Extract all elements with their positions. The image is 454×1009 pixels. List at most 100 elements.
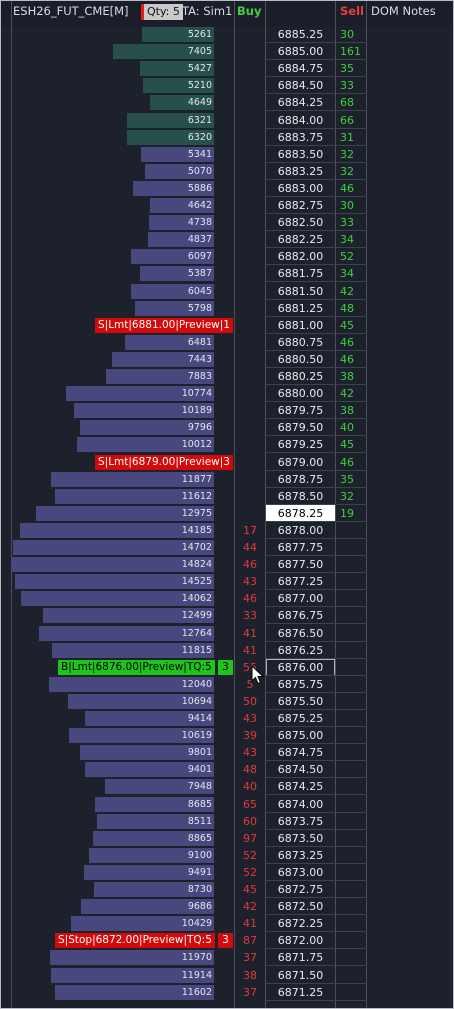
buy-volume-cell[interactable]: 46 <box>235 556 265 573</box>
price-cell[interactable]: 6883.75 <box>266 129 335 146</box>
ladder-row[interactable]: 7405 6885.00 161 <box>1 43 453 61</box>
ladder-row[interactable]: 12764 41 6876.50 <box>1 625 453 642</box>
ladder-row[interactable]: 9491 52 6873.00 <box>1 864 453 881</box>
ladder-row[interactable]: 12975 6878.25 19 <box>1 504 453 522</box>
price-cell[interactable]: 6880.00 <box>266 385 335 402</box>
ladder-row[interactable]: 10189 6879.75 38 <box>1 402 453 420</box>
price-cell[interactable]: 6878.00 <box>266 522 335 539</box>
ladder-row[interactable]: 4649 6884.25 68 <box>1 94 453 112</box>
price-cell[interactable]: 6884.00 <box>266 112 335 129</box>
price-cell[interactable]: 6880.50 <box>266 351 335 368</box>
ladder-row[interactable]: 5886 6883.00 46 <box>1 180 453 197</box>
price-cell[interactable]: 6883.50 <box>266 146 335 163</box>
ladder-row[interactable]: 10429 41 6872.25 <box>1 915 453 933</box>
buy-volume-cell[interactable]: 52 <box>235 864 265 881</box>
sell-volume-cell[interactable]: 46 <box>336 180 370 197</box>
price-cell[interactable]: 6875.50 <box>266 693 335 710</box>
price-cell[interactable]: 6884.75 <box>266 60 335 77</box>
price-cell[interactable]: 6873.75 <box>266 813 335 830</box>
ladder-row[interactable]: 8730 45 6872.75 <box>1 881 453 898</box>
buy-volume-cell[interactable]: 46 <box>235 590 265 607</box>
buy-volume-cell[interactable]: 65 <box>235 796 265 813</box>
ladder-row[interactable]: S|Lmt|6879.00|Preview|3 6879.00 46 <box>1 454 453 471</box>
price-cell[interactable]: 6872.75 <box>266 881 335 898</box>
price-cell[interactable]: 6875.00 <box>266 727 335 744</box>
price-cell[interactable]: 6883.00 <box>266 180 335 197</box>
buy-volume-cell[interactable]: 33 <box>235 607 265 624</box>
buy-volume-cell[interactable]: 97 <box>235 830 265 847</box>
ladder-row[interactable]: 8511 60 6873.75 <box>1 813 453 830</box>
order-quantity-badge[interactable]: 3 <box>218 933 233 949</box>
sell-volume-cell[interactable]: 38 <box>336 368 370 385</box>
price-cell[interactable]: 6881.50 <box>266 283 335 300</box>
buy-volume-cell[interactable]: 41 <box>235 625 265 642</box>
price-cell[interactable]: 6874.50 <box>266 761 335 778</box>
buy-volume-cell[interactable]: 41 <box>235 642 265 659</box>
buy-volume-cell[interactable]: 37 <box>235 949 265 966</box>
ladder-row[interactable]: 5341 6883.50 32 <box>1 146 453 163</box>
price-cell[interactable]: 6872.00 <box>266 932 335 949</box>
sell-volume-cell[interactable]: 32 <box>336 488 370 505</box>
price-cell[interactable]: 6879.50 <box>266 419 335 436</box>
ladder-row[interactable]: 14062 46 6877.00 <box>1 590 453 608</box>
ladder-row[interactable]: 9414 43 6875.25 <box>1 710 453 727</box>
sell-volume-cell[interactable]: 38 <box>336 402 370 419</box>
buy-volume-cell[interactable]: 40 <box>235 778 265 795</box>
ladder-row[interactable]: 4738 6882.50 33 <box>1 214 453 232</box>
sell-volume-cell[interactable]: 66 <box>336 112 370 129</box>
ladder-row[interactable]: S|Lmt|6881.00|Preview|1 6881.00 45 <box>1 317 453 334</box>
sell-volume-cell[interactable]: 30 <box>336 26 370 43</box>
price-cell[interactable]: 6879.75 <box>266 402 335 419</box>
ladder-row[interactable]: 9801 43 6874.75 <box>1 744 453 762</box>
ladder-row[interactable]: 9100 52 6873.25 <box>1 847 453 864</box>
buy-volume-cell[interactable]: 44 <box>235 539 265 556</box>
order-quantity-badge[interactable]: 3 <box>218 659 233 675</box>
sell-volume-cell[interactable]: 42 <box>336 385 370 402</box>
ladder-row[interactable]: 14185 17 6878.00 <box>1 522 453 539</box>
working-order-tag[interactable]: B|Lmt|6876.00|Preview|TQ:5 <box>58 659 215 675</box>
ladder-row[interactable]: 6097 6882.00 52 <box>1 248 453 266</box>
price-cell[interactable]: 6879.25 <box>266 436 335 453</box>
price-cell[interactable]: 6874.75 <box>266 744 335 761</box>
quantity-field[interactable]: Qty: 5 <box>141 4 183 20</box>
price-cell[interactable]: 6877.50 <box>266 556 335 573</box>
buy-volume-cell[interactable]: 39 <box>235 727 265 744</box>
price-cell[interactable]: 6876.50 <box>266 625 335 642</box>
price-cell[interactable]: 6873.25 <box>266 847 335 864</box>
price-cell[interactable]: 6882.25 <box>266 231 335 248</box>
working-order-tag[interactable]: S|Stop|6872.00|Preview|TQ:5 <box>55 933 215 949</box>
price-cell[interactable]: 6880.25 <box>266 368 335 385</box>
ladder-row[interactable]: 11612 6878.50 32 <box>1 488 453 505</box>
buy-volume-cell[interactable]: 43 <box>235 744 265 761</box>
ladder-row[interactable]: 7883 6880.25 38 <box>1 368 453 385</box>
ladder-row[interactable]: 10694 50 6875.50 <box>1 693 453 710</box>
ladder-row[interactable]: 14824 46 6877.50 <box>1 556 453 574</box>
buy-volume-cell[interactable]: 50 <box>235 693 265 710</box>
sell-volume-cell[interactable]: 52 <box>336 248 370 265</box>
price-cell[interactable]: 6883.25 <box>266 163 335 180</box>
buy-volume-cell[interactable]: 17 <box>235 522 265 539</box>
ladder-row[interactable]: 7948 40 6874.25 <box>1 778 453 796</box>
price-cell[interactable]: 6875.75 <box>266 676 335 693</box>
price-cell[interactable]: 6875.25 <box>266 710 335 727</box>
buy-volume-cell[interactable]: 48 <box>235 761 265 778</box>
buy-volume-cell[interactable]: 42 <box>235 898 265 915</box>
sell-volume-cell[interactable]: 40 <box>336 419 370 436</box>
price-cell[interactable]: 6878.75 <box>266 471 335 488</box>
sell-volume-cell[interactable]: 34 <box>336 231 370 248</box>
ladder-row[interactable]: 8865 97 6873.50 <box>1 830 453 847</box>
price-cell[interactable]: 6885.25 <box>266 26 335 43</box>
buy-volume-cell[interactable]: 60 <box>235 813 265 830</box>
buy-volume-cell[interactable]: 52 <box>235 847 265 864</box>
ladder-row[interactable]: 12499 33 6876.75 <box>1 607 453 625</box>
sell-volume-cell[interactable]: 34 <box>336 265 370 282</box>
price-cell[interactable]: 6873.00 <box>266 864 335 881</box>
buy-volume-cell[interactable]: 87 <box>235 932 265 949</box>
price-cell[interactable]: 6874.00 <box>266 796 335 813</box>
ladder-row[interactable]: 4642 6882.75 30 <box>1 197 453 214</box>
ladder-row[interactable]: 9401 48 6874.50 <box>1 761 453 779</box>
sell-volume-cell[interactable]: 32 <box>336 146 370 163</box>
sell-volume-cell[interactable]: 31 <box>336 129 370 146</box>
sell-volume-cell[interactable]: 32 <box>336 163 370 180</box>
ladder-row[interactable]: B|Lmt|6876.00|Preview|TQ:5 3 55 6876.00 <box>1 658 453 676</box>
